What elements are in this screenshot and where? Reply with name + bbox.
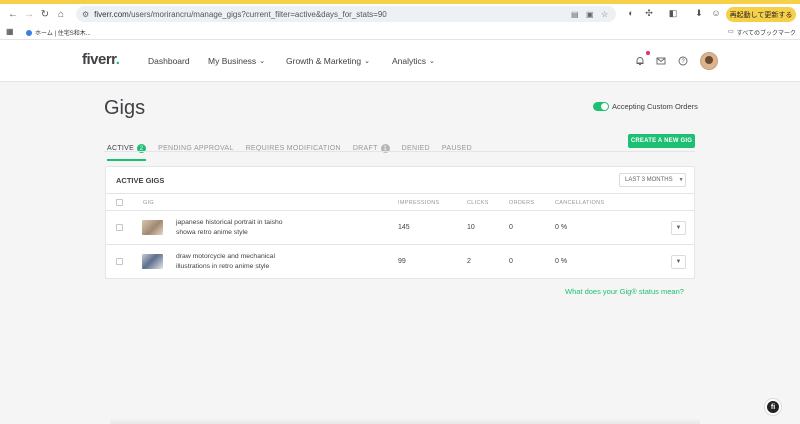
orders-value: 0 <box>509 258 513 265</box>
page-title: Gigs <box>104 97 146 119</box>
period-select[interactable]: LAST 3 MONTHS ▼ <box>619 173 686 187</box>
bookmark-all-bookmarks[interactable]: ▭ すべてのブックマーク <box>728 28 796 37</box>
caret-down-icon: ▼ <box>675 259 682 265</box>
orders-value: 0 <box>509 224 513 231</box>
nav-my-business[interactable]: My Business ⌄ <box>208 56 265 66</box>
chat-widget-button[interactable]: fi <box>764 398 782 416</box>
gig-title-line-2: showa retro anime style <box>176 229 248 236</box>
page-bottom-shadow <box>110 418 700 424</box>
nav-dashboard[interactable]: Dashboard <box>148 56 190 66</box>
bell-icon[interactable] <box>634 55 646 67</box>
profile-icon[interactable]: ☺ <box>710 7 722 19</box>
site-settings-icon[interactable]: ⚙ <box>82 10 89 19</box>
apps-grid-icon[interactable]: ▦ <box>6 27 14 36</box>
url-host: fiverr.com <box>94 9 129 19</box>
gig-title-line-1: japanese historical portrait in taisho <box>176 219 283 226</box>
column-header-clicks: CLICKS <box>467 200 489 206</box>
bookmark-star-icon[interactable]: ☆ <box>601 10 608 19</box>
active-gigs-card: ACTIVE GIGS LAST 3 MONTHS ▼ GIG IMPRESSI… <box>105 166 695 279</box>
gig-thumbnail[interactable] <box>142 220 163 235</box>
messages-icon[interactable] <box>655 55 667 67</box>
column-header-cancellations: CANCELLATIONS <box>555 200 605 206</box>
bookmark-item-home[interactable]: ホーム | 住宅S和木... <box>26 28 91 37</box>
all-bookmarks-label: すべてのブックマーク <box>736 31 797 37</box>
side-panel-icon[interactable]: ◧ <box>667 7 679 19</box>
nav-growth-marketing-label: Growth & Marketing <box>286 56 362 66</box>
tab-active[interactable]: ACTIVE 2 <box>107 144 147 161</box>
svg-text:?: ? <box>681 59 685 65</box>
bookmarks-bar: ▦ ホーム | 住宅S和木... ▭ すべてのブックマーク <box>0 24 800 40</box>
card-title: ACTIVE GIGS <box>116 176 165 185</box>
help-icon[interactable]: ? <box>677 55 689 67</box>
address-bar[interactable]: ⚙ fiverr.com/users/morirancru/manage_gig… <box>76 6 616 22</box>
period-select-value: LAST 3 MONTHS <box>625 177 673 183</box>
column-header-impressions: IMPRESSIONS <box>398 200 440 206</box>
home-icon[interactable]: ⌂ <box>52 5 70 23</box>
custom-orders-label: Accepting Custom Orders <box>612 102 698 111</box>
url-path: /users/morirancru/manage_gigs?current_fi… <box>128 9 387 19</box>
relaunch-update-button[interactable]: 再起動して更新する <box>726 7 796 22</box>
column-header-orders: ORDERS <box>509 200 535 206</box>
site-header: fiverr. Dashboard My Business ⌄ Growth & … <box>0 40 800 82</box>
create-new-gig-button[interactable]: CREATE A NEW GIG <box>628 134 695 148</box>
chevron-down-icon: ⌄ <box>429 58 435 65</box>
gig-title-line-1: draw motorcycle and mechanical <box>176 253 275 260</box>
clicks-value: 10 <box>467 224 475 231</box>
clicks-value: 2 <box>467 258 471 265</box>
folder-icon: ▭ <box>728 29 734 35</box>
table-row[interactable]: draw motorcycle and mechanical illustrat… <box>106 245 694 279</box>
install-icon[interactable]: ▣ <box>586 10 594 19</box>
row-actions-dropdown[interactable]: ▼ <box>671 255 686 269</box>
select-all-checkbox[interactable] <box>116 199 123 206</box>
nav-growth-marketing[interactable]: Growth & Marketing ⌄ <box>286 56 370 66</box>
translate-icon[interactable]: ▤ <box>571 10 579 19</box>
impressions-value: 99 <box>398 258 406 265</box>
bookmark-home-label: ホーム | 住宅S和木... <box>35 31 91 37</box>
impressions-value: 145 <box>398 224 410 231</box>
browser-toolbar: ← → ↻ ⌂ ⚙ fiverr.com/users/morirancru/ma… <box>0 4 800 24</box>
bookmark-favicon-icon <box>26 29 32 36</box>
extension-icon-1[interactable]: ◐ <box>625 7 637 19</box>
table-header: GIG IMPRESSIONS CLICKS ORDERS CANCELLATI… <box>106 193 694 211</box>
nav-my-business-label: My Business <box>208 56 257 66</box>
fiverr-logo[interactable]: fiverr. <box>82 51 120 68</box>
nav-dashboard-label: Dashboard <box>148 56 190 66</box>
gig-status-tabs: ACTIVE 2 PENDING APPROVAL REQUIRES MODIF… <box>107 136 484 161</box>
tabs-divider <box>104 151 695 152</box>
fiverr-chat-icon: fi <box>767 401 779 413</box>
gig-title-line-2: illustrations in retro anime style <box>176 263 270 270</box>
column-header-gig: GIG <box>143 200 154 206</box>
gig-status-help-link[interactable]: What does your Gig® status mean? <box>565 287 684 296</box>
cancellations-value: 0 % <box>555 258 568 265</box>
caret-down-icon: ▼ <box>678 177 684 183</box>
row-checkbox[interactable] <box>116 258 123 265</box>
nav-analytics[interactable]: Analytics ⌄ <box>392 56 435 66</box>
gig-thumbnail[interactable] <box>142 254 163 269</box>
logo-text: fiverr <box>82 51 116 68</box>
download-icon[interactable]: ⬇ <box>693 7 705 19</box>
chevron-down-icon: ⌄ <box>259 58 266 65</box>
extensions-puzzle-icon[interactable]: ✣ <box>643 7 655 19</box>
chevron-down-icon: ⌄ <box>364 58 370 65</box>
gig-title-link[interactable]: japanese historical portrait in taisho s… <box>176 218 296 238</box>
row-checkbox[interactable] <box>116 224 123 231</box>
custom-orders-toggle[interactable] <box>593 102 609 111</box>
nav-analytics-label: Analytics <box>392 56 427 66</box>
gig-title-link[interactable]: draw motorcycle and mechanical illustrat… <box>176 252 296 272</box>
cancellations-value: 0 % <box>555 224 568 231</box>
notification-dot <box>646 51 650 55</box>
row-actions-dropdown[interactable]: ▼ <box>671 221 686 235</box>
caret-down-icon: ▼ <box>675 225 682 231</box>
table-row[interactable]: japanese historical portrait in taisho s… <box>106 211 694 245</box>
avatar[interactable] <box>700 52 718 70</box>
logo-dot: . <box>115 51 120 68</box>
